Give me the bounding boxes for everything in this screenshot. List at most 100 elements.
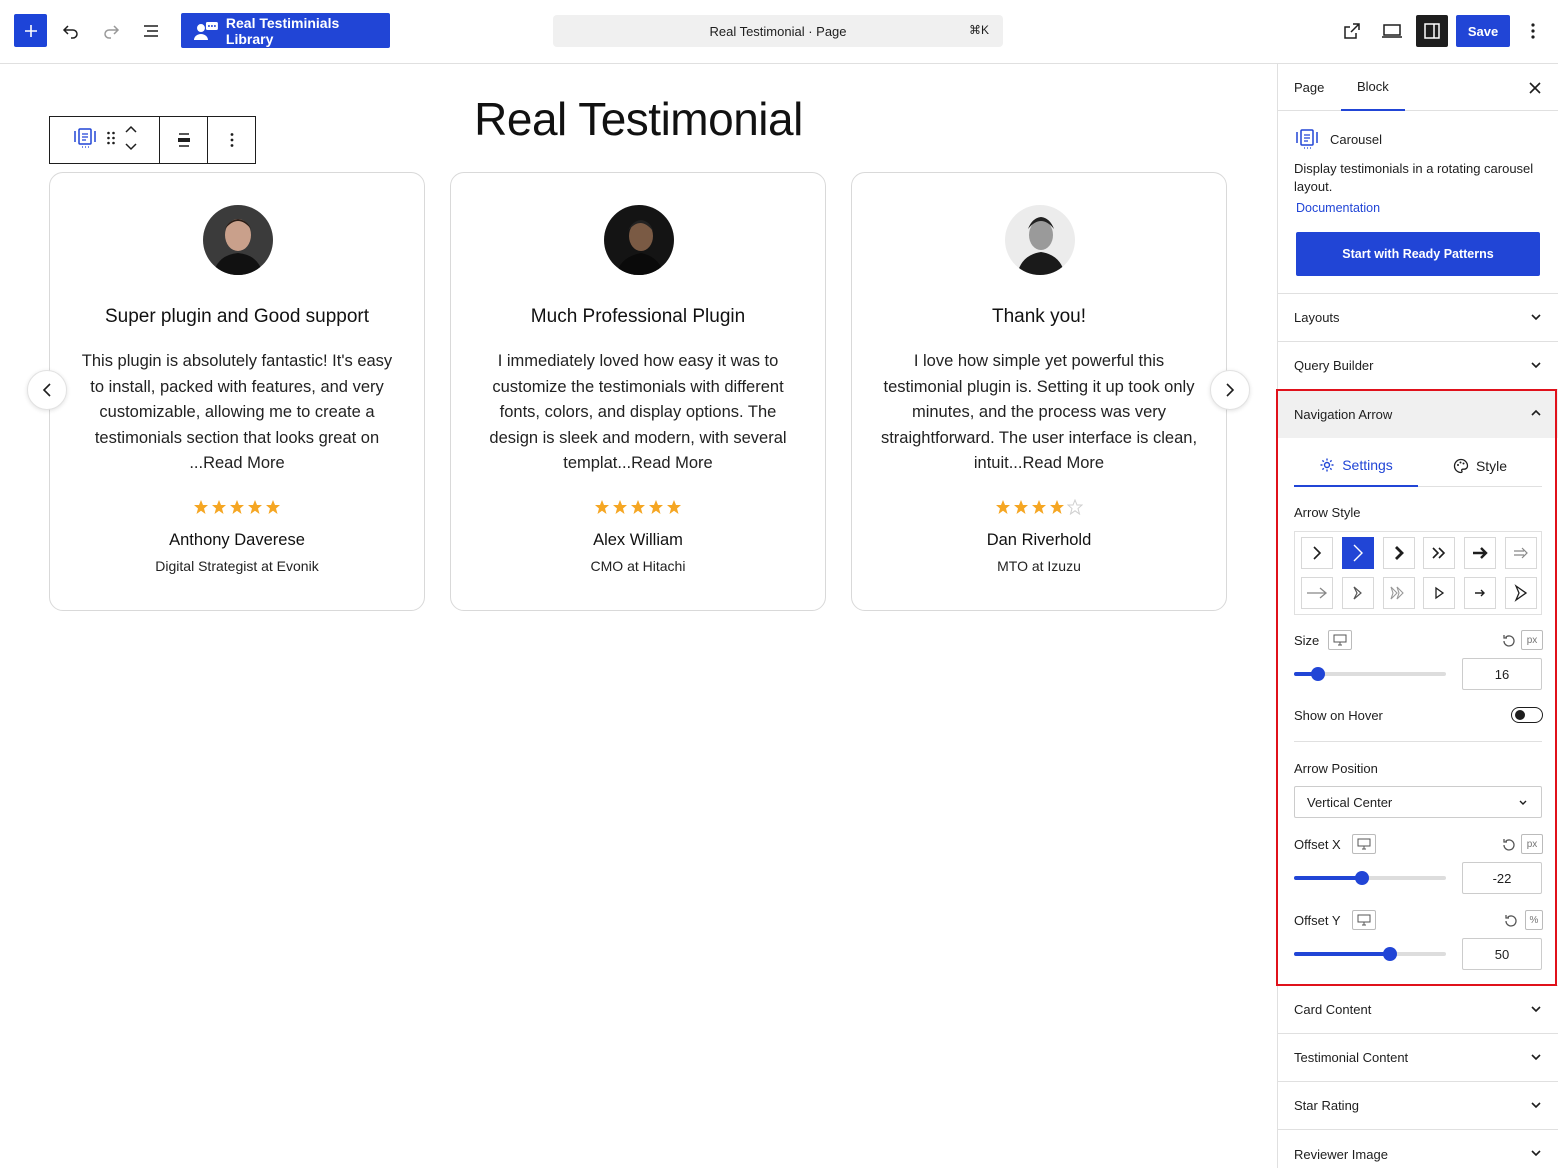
add-block-button[interactable] (14, 14, 47, 47)
star-rating (852, 499, 1226, 515)
responsive-device-toggle[interactable] (1328, 630, 1352, 650)
slider-handle[interactable] (1311, 667, 1325, 681)
tab-style[interactable]: Style (1418, 444, 1542, 487)
size-unit-selector[interactable]: px (1521, 630, 1543, 650)
tab-page[interactable]: Page (1278, 64, 1340, 111)
testimonial-card[interactable]: Super plugin and Good support This plugi… (49, 172, 425, 611)
star-filled-icon (266, 500, 280, 514)
reviewer-avatar (203, 205, 273, 275)
reset-icon[interactable] (1501, 633, 1517, 649)
arrowhead-right-icon (1514, 584, 1528, 602)
navigation-arrow-tabs: Settings Style (1294, 444, 1542, 487)
arrow-style-option[interactable] (1464, 537, 1497, 569)
arrow-style-option[interactable] (1423, 537, 1456, 569)
redo-button[interactable] (94, 14, 128, 48)
save-button[interactable]: Save (1456, 15, 1510, 47)
arrow-style-option[interactable] (1464, 577, 1497, 609)
star-filled-icon (230, 500, 244, 514)
arrow-style-option[interactable] (1341, 577, 1374, 609)
reset-icon[interactable] (1501, 837, 1517, 853)
arrow-style-option[interactable] (1423, 577, 1456, 609)
arrow-style-option[interactable] (1382, 577, 1415, 609)
panel-card-content[interactable]: Card Content (1278, 986, 1558, 1034)
navigation-arrow-header[interactable]: Navigation Arrow (1278, 390, 1558, 438)
panel-star-rating[interactable]: Star Rating (1278, 1082, 1558, 1130)
command-palette-bar[interactable]: Real Testimonial · Page ⌘K (553, 15, 1003, 47)
arrow-style-option[interactable] (1382, 537, 1415, 569)
panel-layouts[interactable]: Layouts (1278, 294, 1558, 342)
drag-handle-icon[interactable] (106, 130, 116, 151)
carousel-next-button[interactable] (1210, 370, 1250, 410)
star-empty-icon (1067, 499, 1083, 515)
slider-handle[interactable] (1383, 947, 1397, 961)
reset-icon[interactable] (1503, 913, 1519, 929)
star-rating (50, 499, 424, 515)
desktop-icon (1357, 838, 1371, 850)
chevron-down-icon (1531, 1102, 1541, 1109)
view-post-button[interactable] (1335, 14, 1369, 48)
testimonials-library-button[interactable]: Real Testiminials Library (181, 13, 390, 48)
offset-x-unit-selector[interactable]: px (1521, 834, 1543, 854)
options-menu-button[interactable] (1517, 14, 1549, 48)
carousel-block-icon[interactable] (72, 127, 98, 154)
testimonial-card[interactable]: Thank you! I love how simple yet powerfu… (851, 172, 1227, 611)
offset-y-slider[interactable] (1294, 947, 1446, 961)
offset-y-unit-selector[interactable]: % (1525, 910, 1543, 930)
star-rating (451, 499, 825, 515)
star-filled-icon (1032, 500, 1046, 514)
testimonial-card[interactable]: Much Professional Plugin I immediately l… (450, 172, 826, 611)
offset-y-input[interactable]: 50 (1462, 938, 1542, 970)
undo-icon (62, 25, 78, 39)
arrow-right-bold-icon (1473, 547, 1488, 559)
star-filled-icon (667, 500, 681, 514)
arrow-style-option[interactable] (1301, 537, 1333, 569)
size-input[interactable]: 16 (1462, 658, 1542, 690)
chevron-left-icon (42, 383, 51, 397)
chevron-right-outline-icon (1353, 586, 1362, 600)
tab-settings[interactable]: Settings (1294, 444, 1418, 487)
settings-sidebar-toggle[interactable] (1416, 15, 1448, 47)
align-button[interactable] (160, 117, 208, 163)
arrow-style-option[interactable] (1504, 577, 1537, 609)
arrow-right-small-icon (1475, 589, 1486, 597)
block-options-button[interactable] (208, 117, 255, 163)
ready-patterns-button[interactable]: Start with Ready Patterns (1296, 232, 1540, 276)
panel-testimonial-content[interactable]: Testimonial Content (1278, 1034, 1558, 1082)
close-sidebar-button[interactable] (1523, 76, 1547, 100)
offset-x-slider[interactable] (1294, 871, 1446, 885)
more-vertical-icon (1531, 23, 1535, 39)
documentation-link[interactable]: Documentation (1296, 201, 1380, 215)
arrow-style-option[interactable] (1301, 577, 1333, 609)
carousel-prev-button[interactable] (27, 370, 67, 410)
document-overview-button[interactable] (134, 14, 168, 48)
panel-title: Query Builder (1294, 358, 1374, 373)
star-filled-icon (631, 500, 645, 514)
undo-button[interactable] (54, 14, 88, 48)
panel-title: Card Content (1294, 1002, 1372, 1017)
size-slider[interactable] (1294, 667, 1446, 681)
slider-handle[interactable] (1355, 871, 1369, 885)
move-up-down-icon[interactable] (124, 125, 138, 156)
testimonial-text: I immediately loved how easy it was to c… (489, 352, 787, 473)
panel-query-builder[interactable]: Query Builder (1278, 342, 1558, 390)
tab-block[interactable]: Block (1341, 64, 1405, 111)
responsive-device-toggle[interactable] (1352, 910, 1376, 930)
shortcut-hint: ⌘K (968, 23, 989, 37)
star-filled-icon (1050, 500, 1064, 514)
arrow-position-value: Vertical Center (1307, 794, 1393, 810)
show-on-hover-toggle[interactable] (1511, 707, 1543, 723)
responsive-device-toggle[interactable] (1352, 834, 1376, 854)
gear-icon (1320, 458, 1334, 471)
arrow-style-option-selected[interactable] (1341, 537, 1374, 569)
document-title: Real Testimonial · Page (709, 23, 847, 39)
tab-style-label: Style (1475, 457, 1508, 474)
star-filled-icon (194, 500, 208, 514)
chevron-up-icon (1531, 409, 1541, 416)
list-view-icon (144, 25, 158, 37)
panel-reviewer-image[interactable]: Reviewer Image (1278, 1130, 1558, 1168)
arrow-position-select[interactable]: Vertical Center (1294, 786, 1542, 818)
testimonial-text: I love how simple yet powerful this test… (880, 352, 1198, 473)
preview-device-button[interactable] (1375, 14, 1409, 48)
arrow-style-option[interactable] (1504, 537, 1537, 569)
offset-x-input[interactable]: -22 (1462, 862, 1542, 894)
